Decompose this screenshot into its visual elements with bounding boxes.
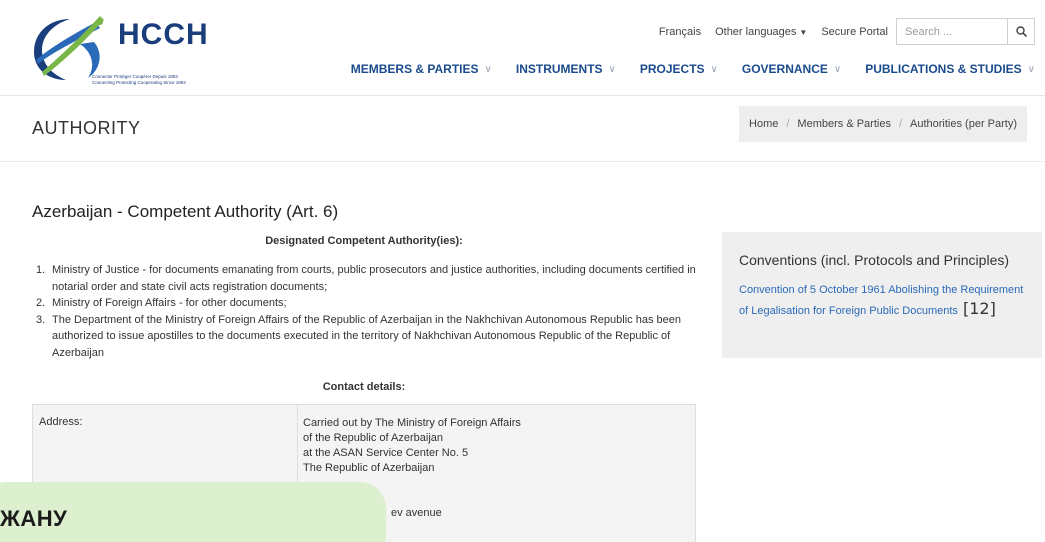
- nav-label: GOVERNANCE: [741, 62, 828, 76]
- logo-brand-text: HCCH: [118, 18, 209, 51]
- list-item-text: Ministry of Foreign Affairs - for other …: [52, 297, 287, 309]
- chevron-down-icon: ∨: [608, 63, 616, 75]
- nav-publications-studies[interactable]: PUBLICATIONS & STUDIES ∨: [865, 62, 1035, 76]
- address-line: at the ASAN Service Center No. 5: [303, 447, 469, 459]
- list-item-text: The Department of the Ministry of Foreig…: [52, 313, 681, 359]
- overlay-text: ЖАНУ: [0, 506, 68, 531]
- list-item: 1. Ministry of Justice - for documents e…: [36, 262, 696, 295]
- chevron-down-icon: ∨: [710, 63, 718, 75]
- list-item-number: 2.: [36, 297, 46, 309]
- breadcrumb-separator: /: [898, 118, 903, 130]
- breadcrumb-separator: /: [786, 118, 790, 130]
- logo-tagline-en: Connecting Protecting Cooperating Since …: [92, 80, 186, 85]
- chevron-down-icon: ∨: [1027, 63, 1035, 75]
- breadcrumb-members-parties[interactable]: Members & Parties: [797, 118, 891, 130]
- search-button[interactable]: [1007, 19, 1034, 44]
- secure-portal-link[interactable]: Secure Portal: [821, 26, 888, 38]
- hcch-logo[interactable]: HCCH Connecter Protéger Coopérer Depuis …: [30, 14, 208, 90]
- logo-tagline-fr: Connecter Protéger Coopérer Depuis 1893: [92, 74, 178, 79]
- designated-authorities-heading: Designated Competent Authority(ies):: [265, 235, 463, 247]
- contact-details-heading: Contact details:: [322, 381, 406, 393]
- authority-heading: Azerbaijan - Competent Authority (Art. 6…: [32, 202, 339, 221]
- list-item-number: 1.: [36, 264, 46, 276]
- search-box: [896, 18, 1035, 45]
- other-languages-label: Other languages: [715, 25, 797, 38]
- chevron-down-icon: ∨: [484, 63, 492, 75]
- page-title: AUTHORITY: [32, 118, 141, 138]
- address-line: Carried out by The Ministry of Foreign A…: [303, 417, 521, 429]
- list-item: 3. The Department of the Ministry of For…: [36, 312, 696, 362]
- nav-instruments[interactable]: INSTRUMENTS ∨: [516, 62, 616, 76]
- chevron-down-icon: ∨: [833, 63, 842, 75]
- sidebar-entry: Convention of 5 October 1961 Abolishing …: [739, 278, 1025, 320]
- nav-label: INSTRUMENTS: [515, 62, 603, 76]
- address-label: Address:: [39, 416, 83, 428]
- main-navigation: MEMBERS & PARTIES ∨ INSTRUMENTS ∨ PROJECTS…: [327, 62, 1035, 76]
- nav-members-parties[interactable]: MEMBERS & PARTIES ∨: [351, 62, 492, 76]
- address-line: The Republic of Azerbaijan: [303, 462, 435, 474]
- caret-down-icon: ▼: [799, 27, 808, 37]
- conventions-sidebar: Conventions (incl. Protocols and Princip…: [722, 232, 1042, 358]
- breadcrumb-home[interactable]: Home: [749, 118, 778, 130]
- site-header: HCCH Connecter Protéger Coopérer Depuis …: [0, 0, 1045, 96]
- nav-projects[interactable]: PROJECTS ∨: [640, 62, 718, 76]
- list-item-text: Ministry of Justice - for documents eman…: [52, 264, 696, 293]
- breadcrumb-current: Authorities (per Party): [910, 118, 1017, 130]
- address-line: of the Republic of Azerbaijan: [303, 432, 444, 444]
- nav-label: MEMBERS & PARTIES: [350, 62, 479, 76]
- list-item-number: 3.: [36, 313, 46, 326]
- nav-label: PROJECTS: [639, 62, 705, 76]
- authorities-list: 1. Ministry of Justice - for documents e…: [36, 262, 696, 361]
- search-input[interactable]: [897, 19, 1007, 44]
- sidebar-title: Conventions (incl. Protocols and Princip…: [739, 252, 1010, 268]
- nav-governance[interactable]: GOVERNANCE ∨: [742, 62, 841, 76]
- other-languages-dropdown[interactable]: Other languages ▼: [715, 26, 807, 38]
- list-item: 2. Ministry of Foreign Affairs - for oth…: [36, 295, 696, 312]
- top-utility-bar: Français Other languages ▼ Secure Portal: [659, 18, 1035, 45]
- francais-link[interactable]: Français: [659, 26, 701, 38]
- search-icon: [1015, 26, 1027, 37]
- breadcrumb: Home / Members & Parties / Authorities (…: [739, 106, 1027, 142]
- overlay-card[interactable]: ЖАНУ: [0, 482, 386, 542]
- nav-label: PUBLICATIONS & STUDIES: [865, 62, 1022, 76]
- convention-number: [12]: [963, 299, 996, 318]
- page-title-bar: AUTHORITY Home / Members & Parties / Aut…: [0, 96, 1045, 162]
